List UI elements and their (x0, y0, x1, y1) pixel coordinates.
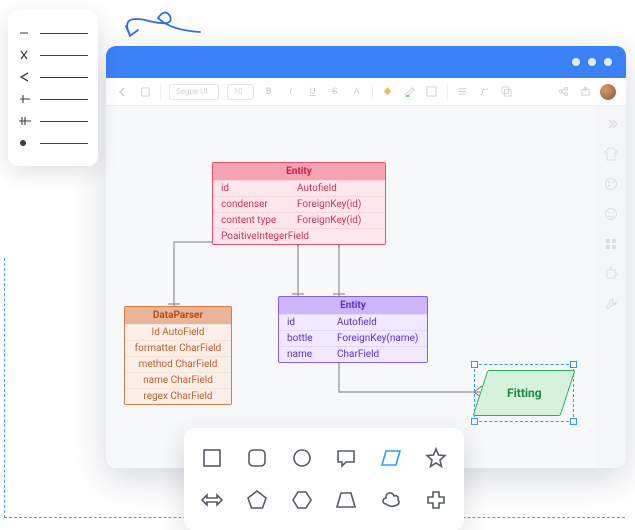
shape-parallelogram[interactable] (379, 446, 403, 470)
font-size-select[interactable]: 10 (227, 84, 254, 100)
arrow-style-dot[interactable] (18, 132, 88, 154)
entity-table-dataparser[interactable]: DataParser Id AutoField formatter CharFi… (124, 306, 232, 405)
entity-title: Entity (279, 297, 427, 314)
diagram-canvas[interactable]: Entity idAutofield condenserForeignKey(i… (106, 106, 596, 468)
italic-button[interactable]: I (284, 84, 298, 100)
arrow-style-x[interactable] (18, 44, 88, 66)
alignment-guide-vertical (4, 258, 5, 518)
fitting-label: Fitting (507, 386, 542, 400)
shape-circle[interactable] (290, 446, 314, 470)
scribble-arrow-icon (120, 10, 210, 50)
shirt-icon[interactable] (604, 146, 618, 160)
tick-single-icon (18, 92, 32, 106)
shape-hexagon[interactable] (290, 488, 314, 512)
share-button[interactable] (556, 84, 570, 100)
arrowhead-icon (18, 70, 32, 84)
wrench-icon[interactable] (604, 296, 618, 310)
window-titlebar[interactable] (106, 46, 626, 78)
shape-pentagon[interactable] (245, 488, 269, 512)
entity-table-pink[interactable]: Entity idAutofield condenserForeignKey(i… (212, 162, 386, 245)
link-button[interactable] (478, 84, 492, 100)
resize-handle-tl[interactable] (471, 361, 478, 368)
browser-window: Segoe UI 10 B I U S A (106, 46, 626, 468)
resize-handle-br[interactable] (570, 418, 577, 425)
arrow-style-arrow[interactable] (18, 66, 88, 88)
undo-button[interactable] (116, 84, 130, 100)
dash-icon (18, 26, 32, 40)
export-button[interactable] (578, 84, 592, 100)
puzzle-icon[interactable] (604, 266, 618, 280)
right-sidebar (596, 106, 626, 468)
resize-handle-tr[interactable] (570, 361, 577, 368)
layers-button[interactable] (500, 84, 514, 100)
border-button[interactable] (425, 84, 439, 100)
fitting-node[interactable]: Fitting (480, 370, 568, 416)
window-control-min[interactable] (572, 58, 580, 66)
shape-star[interactable] (424, 446, 448, 470)
text-color-button[interactable]: A (350, 84, 364, 100)
window-control-close[interactable] (604, 58, 612, 66)
arrow-style-palette (8, 10, 98, 166)
shape-speech[interactable] (334, 446, 358, 470)
fill-color-button[interactable] (381, 84, 395, 100)
bold-button[interactable]: B (262, 84, 276, 100)
arrow-style-slider-double[interactable] (18, 110, 88, 132)
x-cross-icon (18, 48, 32, 62)
shape-square[interactable] (200, 446, 224, 470)
shape-cloud[interactable] (379, 488, 403, 512)
resize-handle-bl[interactable] (471, 418, 478, 425)
strike-button[interactable]: S (328, 84, 342, 100)
entity-title: DataParser (125, 307, 231, 324)
font-family-select[interactable]: Segoe UI (169, 84, 219, 100)
underline-button[interactable]: U (306, 84, 320, 100)
shape-rounded-square[interactable] (245, 446, 269, 470)
smile-icon[interactable] (604, 206, 618, 220)
palette-icon[interactable] (604, 176, 618, 190)
arrow-style-slider-single[interactable] (18, 88, 88, 110)
grid-icon[interactable] (604, 236, 618, 250)
shape-cross[interactable] (424, 488, 448, 512)
editor-toolbar: Segoe UI 10 B I U S A (106, 78, 626, 106)
entity-table-purple[interactable]: Entity idAutofield bottleForeignKey(name… (278, 296, 428, 363)
shape-trapezoid[interactable] (334, 488, 358, 512)
highlight-button[interactable] (403, 84, 417, 100)
collapse-icon[interactable] (604, 116, 618, 130)
dot-filled-icon (18, 136, 32, 150)
tick-double-icon (18, 114, 32, 128)
entity-title: Entity (213, 163, 385, 180)
shape-picker-tray (184, 428, 464, 530)
align-button[interactable] (456, 84, 470, 100)
window-control-max[interactable] (588, 58, 596, 66)
user-avatar[interactable] (600, 84, 616, 100)
clipboard-button[interactable] (138, 84, 152, 100)
arrow-style-none[interactable] (18, 22, 88, 44)
shape-double-arrow[interactable] (200, 488, 224, 512)
